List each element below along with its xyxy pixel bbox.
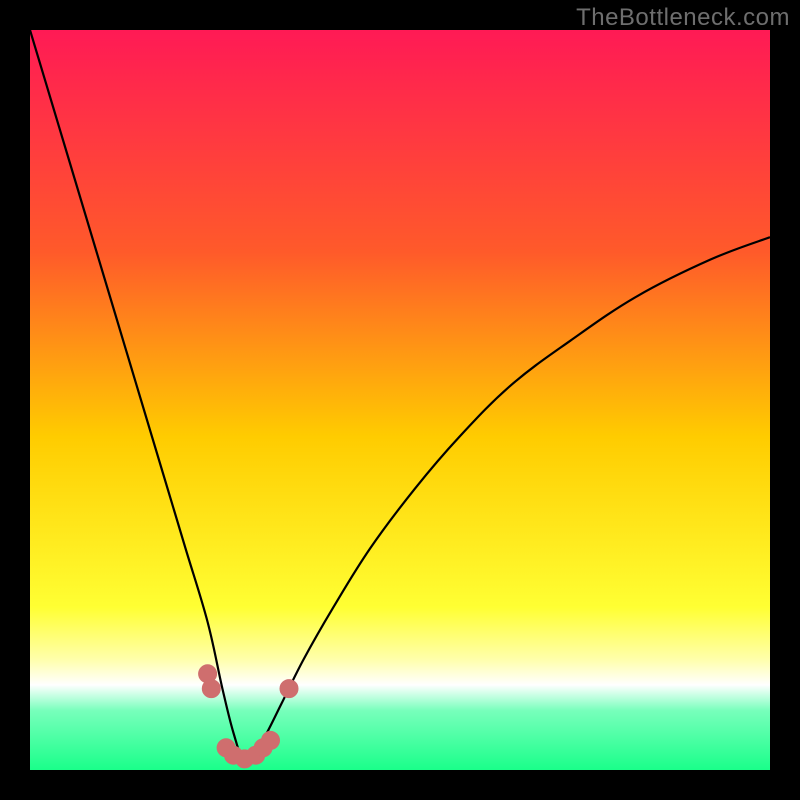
plot-area (30, 30, 770, 770)
chart-svg (30, 30, 770, 770)
curve-marker (280, 680, 298, 698)
chart-frame: TheBottleneck.com (0, 0, 800, 800)
curve-marker (262, 731, 280, 749)
curve-marker (202, 680, 220, 698)
watermark-text: TheBottleneck.com (576, 4, 790, 32)
